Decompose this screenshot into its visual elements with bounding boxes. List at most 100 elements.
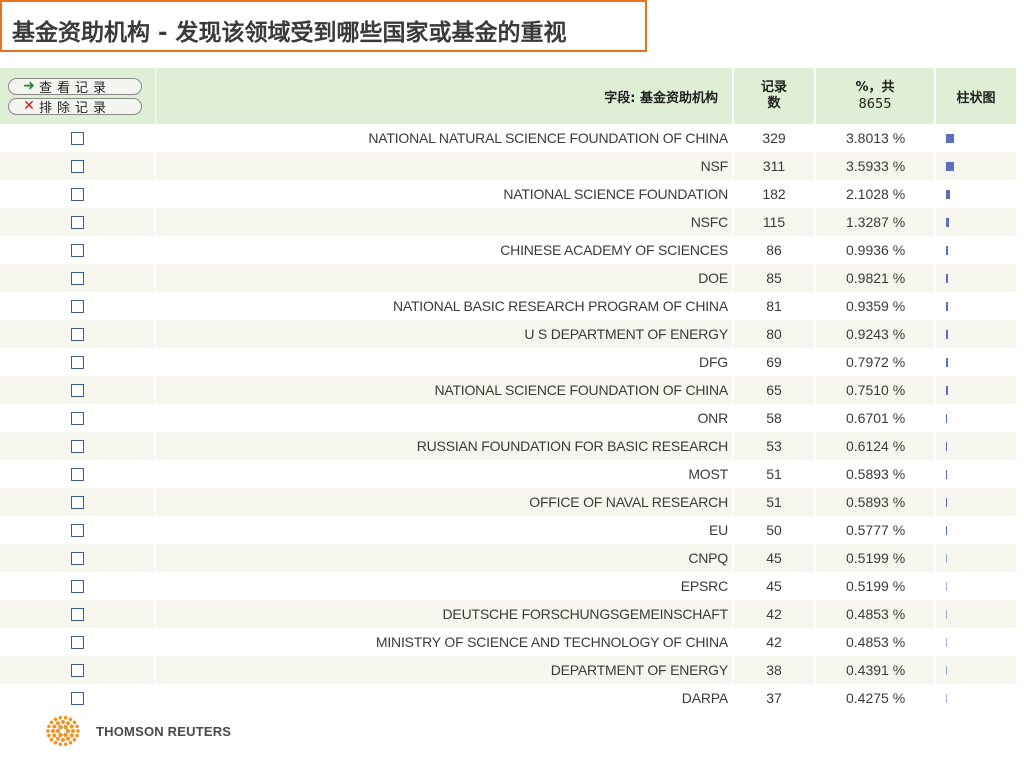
table-row: OFFICE OF NAVAL RESEARCH 51 0.5893 % <box>0 488 1016 516</box>
bar-cell <box>936 488 1016 516</box>
funding-agency-name: MOST <box>156 460 734 488</box>
record-percent: 1.3287 % <box>816 208 936 236</box>
cross-icon: ✕ <box>23 98 35 114</box>
field-header[interactable]: 字段: 基金资助机构 <box>156 68 734 124</box>
bar-cell <box>936 656 1016 684</box>
bar-chart-header: 柱状图 <box>936 68 1016 124</box>
funding-agency-name: ONR <box>156 404 734 432</box>
record-count: 37 <box>734 684 816 712</box>
record-percent: 0.5777 % <box>816 516 936 544</box>
funding-agency-name: RUSSIAN FOUNDATION FOR BASIC RESEARCH <box>156 432 734 460</box>
checkbox-cell <box>0 544 156 572</box>
funding-agency-name: DARPA <box>156 684 734 712</box>
histogram-bar <box>946 329 948 339</box>
record-percent: 0.5199 % <box>816 572 936 600</box>
row-checkbox[interactable] <box>70 327 84 341</box>
checkbox-cell <box>0 292 156 320</box>
percent-header-line1: %，共 <box>855 80 895 95</box>
table-row: NSF 311 3.5933 % <box>0 152 1016 180</box>
bar-cell <box>936 152 1016 180</box>
checkbox-cell <box>0 180 156 208</box>
record-count: 80 <box>734 320 816 348</box>
record-count: 42 <box>734 628 816 656</box>
row-checkbox[interactable] <box>70 271 84 285</box>
funding-agency-name: NATIONAL NATURAL SCIENCE FOUNDATION OF C… <box>156 124 734 152</box>
results-table: ➜ 查看记录 ✕ 排除记录 字段: 基金资助机构 记录 数 %，共 8655 柱… <box>0 68 1016 712</box>
row-checkbox[interactable] <box>70 495 84 509</box>
bar-cell <box>936 628 1016 656</box>
funding-agency-name: DFG <box>156 348 734 376</box>
bar-cell <box>936 572 1016 600</box>
count-header-line2: 数 <box>767 96 781 111</box>
row-checkbox[interactable] <box>70 551 84 565</box>
bar-cell <box>936 208 1016 236</box>
histogram-bar <box>946 441 947 451</box>
row-checkbox[interactable] <box>70 411 84 425</box>
row-checkbox[interactable] <box>70 383 84 397</box>
row-checkbox[interactable] <box>70 467 84 481</box>
checkbox-cell <box>0 516 156 544</box>
exclude-records-label: 排除记录 <box>39 100 112 116</box>
funding-agency-name: CHINESE ACADEMY OF SCIENCES <box>156 236 734 264</box>
funding-agency-name: DEPARTMENT OF ENERGY <box>156 656 734 684</box>
record-count: 182 <box>734 180 816 208</box>
row-checkbox[interactable] <box>70 243 84 257</box>
record-count: 58 <box>734 404 816 432</box>
record-percent: 0.7510 % <box>816 376 936 404</box>
row-checkbox[interactable] <box>70 215 84 229</box>
table-row: CNPQ 45 0.5199 % <box>0 544 1016 572</box>
bar-cell <box>936 376 1016 404</box>
table-row: EU 50 0.5777 % <box>0 516 1016 544</box>
record-count: 53 <box>734 432 816 460</box>
bar-cell <box>936 460 1016 488</box>
record-percent: 0.5893 % <box>816 460 936 488</box>
checkbox-cell <box>0 628 156 656</box>
row-checkbox[interactable] <box>70 635 84 649</box>
bar-cell <box>936 516 1016 544</box>
record-percent: 2.1028 % <box>816 180 936 208</box>
table-body: NATIONAL NATURAL SCIENCE FOUNDATION OF C… <box>0 124 1016 712</box>
funding-agency-name: NATIONAL SCIENCE FOUNDATION <box>156 180 734 208</box>
row-checkbox[interactable] <box>70 663 84 677</box>
row-checkbox[interactable] <box>70 691 84 705</box>
histogram-bar <box>946 273 948 283</box>
histogram-bar <box>946 301 948 311</box>
record-percent: 3.5933 % <box>816 152 936 180</box>
table-row: EPSRC 45 0.5199 % <box>0 572 1016 600</box>
funding-agency-name: DOE <box>156 264 734 292</box>
bar-cell <box>936 544 1016 572</box>
record-count: 45 <box>734 544 816 572</box>
view-records-button[interactable]: ➜ 查看记录 <box>8 77 142 96</box>
checkbox-cell <box>0 348 156 376</box>
row-checkbox[interactable] <box>70 187 84 201</box>
row-checkbox[interactable] <box>70 355 84 369</box>
exclude-records-button[interactable]: ✕ 排除记录 <box>8 97 142 116</box>
percent-header[interactable]: %，共 8655 <box>816 68 936 124</box>
count-header-line1: 记录 <box>760 80 787 95</box>
table-row: RUSSIAN FOUNDATION FOR BASIC RESEARCH 53 0… <box>0 432 1016 460</box>
histogram-bar <box>946 637 947 647</box>
row-checkbox[interactable] <box>70 439 84 453</box>
histogram-bar <box>946 385 948 395</box>
row-checkbox[interactable] <box>70 579 84 593</box>
row-checkbox[interactable] <box>70 159 84 173</box>
histogram-bar <box>946 581 947 591</box>
record-count: 51 <box>734 460 816 488</box>
count-header[interactable]: 记录 数 <box>734 68 816 124</box>
row-checkbox[interactable] <box>70 607 84 621</box>
record-percent: 0.9821 % <box>816 264 936 292</box>
record-count: 329 <box>734 124 816 152</box>
record-percent: 3.8013 % <box>816 124 936 152</box>
reuters-dots-icon <box>46 715 80 747</box>
page-title: 基金资助机构 - 发现该领域受到哪些国家或基金的重视 <box>12 20 567 46</box>
bar-cell <box>936 600 1016 628</box>
histogram-bar <box>946 525 947 535</box>
histogram-bar <box>946 497 947 507</box>
histogram-bar <box>946 133 954 143</box>
funding-agency-name: NATIONAL SCIENCE FOUNDATION OF CHINA <box>156 376 734 404</box>
row-checkbox[interactable] <box>70 523 84 537</box>
bar-cell <box>936 124 1016 152</box>
funding-agency-name: U S DEPARTMENT OF ENERGY <box>156 320 734 348</box>
row-checkbox[interactable] <box>70 299 84 313</box>
row-checkbox[interactable] <box>70 131 84 145</box>
